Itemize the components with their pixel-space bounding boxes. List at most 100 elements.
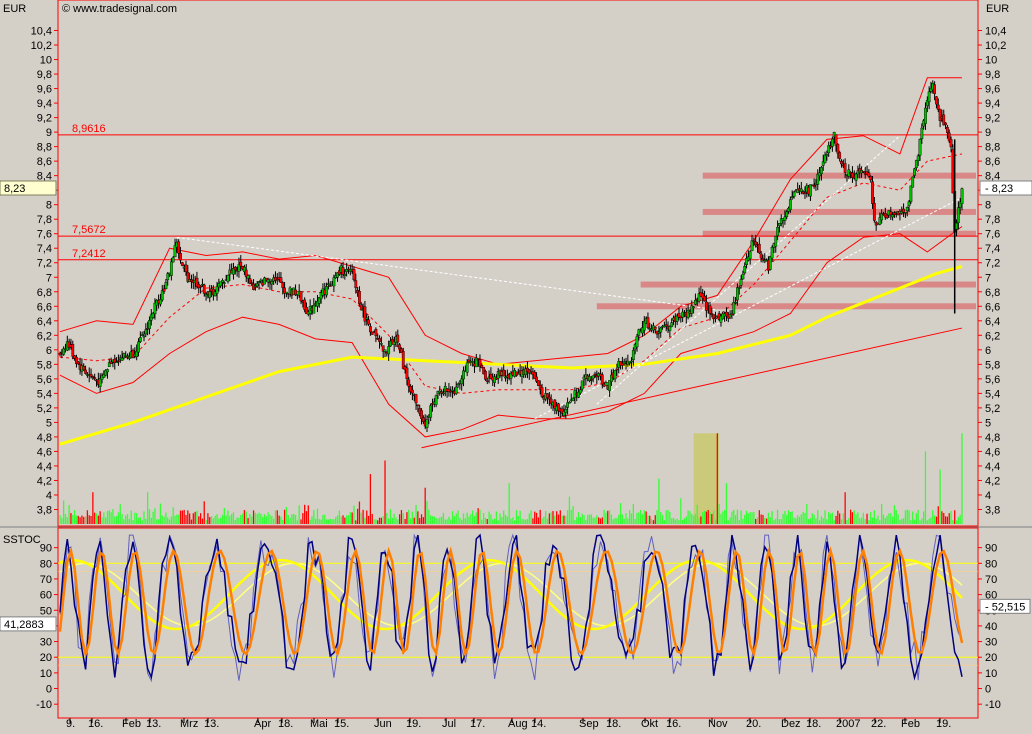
volume-bar bbox=[842, 513, 844, 524]
volume-bar bbox=[886, 515, 888, 524]
volume-bar bbox=[84, 516, 87, 524]
volume-bar bbox=[59, 515, 61, 524]
candle-body bbox=[759, 253, 763, 259]
volume-bar bbox=[912, 511, 914, 524]
y-tick-label: 6,2 bbox=[37, 330, 52, 342]
y-tick-label: 9 bbox=[46, 127, 52, 139]
volume-bar bbox=[232, 512, 235, 524]
volume-bar bbox=[115, 516, 118, 524]
volume-bar bbox=[683, 518, 686, 524]
candle-body bbox=[281, 282, 285, 288]
volume-bar bbox=[817, 510, 819, 524]
volume-bar bbox=[831, 512, 833, 524]
volume-bar bbox=[552, 511, 554, 524]
stoch-tick-label: 50 bbox=[40, 605, 52, 617]
candle-body bbox=[909, 185, 913, 202]
volume-bar bbox=[194, 511, 196, 524]
volume-bar bbox=[316, 508, 319, 524]
volume-bar bbox=[596, 515, 598, 524]
volume-bar bbox=[627, 518, 629, 524]
volume-bar bbox=[210, 516, 213, 524]
volume-bar bbox=[97, 515, 99, 524]
volume-bar bbox=[630, 513, 633, 524]
volume-bar bbox=[298, 505, 300, 524]
stoch-tick-label: 90 bbox=[985, 543, 997, 555]
volume-bar bbox=[915, 513, 917, 524]
candle-body bbox=[484, 371, 487, 380]
volume-bar bbox=[205, 519, 207, 524]
volume-bar bbox=[820, 516, 823, 524]
volume-bar bbox=[415, 504, 417, 524]
volume-bar bbox=[590, 514, 592, 524]
volume-bar bbox=[486, 519, 488, 524]
volume-bar bbox=[150, 517, 152, 524]
candle-body bbox=[312, 305, 316, 314]
candle-body bbox=[704, 301, 708, 311]
volume-bar bbox=[293, 513, 295, 524]
volume-bar bbox=[495, 511, 498, 524]
volume-bar bbox=[612, 519, 614, 524]
volume-bar bbox=[351, 512, 353, 524]
volume-bar bbox=[782, 513, 784, 524]
volume-bar bbox=[484, 518, 487, 524]
volume-bar bbox=[784, 511, 786, 524]
x-tick-label: Dez bbox=[781, 718, 801, 730]
volume-bar bbox=[948, 513, 950, 524]
volume-bar bbox=[771, 511, 773, 524]
level-label: 7,5672 bbox=[72, 224, 106, 236]
volume-bar bbox=[141, 520, 143, 524]
candle-body bbox=[177, 241, 181, 254]
volume-bar bbox=[125, 515, 127, 524]
volume-bar bbox=[451, 511, 454, 524]
volume-bar bbox=[430, 515, 432, 524]
candle-body bbox=[89, 373, 93, 377]
volume-bar bbox=[134, 512, 136, 524]
volume-bar bbox=[212, 518, 215, 524]
volume-bar bbox=[594, 517, 596, 524]
candle-body bbox=[790, 196, 794, 198]
volume-bar bbox=[691, 513, 693, 524]
volume-bar bbox=[619, 503, 622, 524]
candle-body bbox=[960, 188, 964, 204]
volume-bar bbox=[678, 520, 680, 524]
volume-bar bbox=[868, 520, 870, 524]
volume-bar bbox=[147, 492, 149, 524]
volume-bar bbox=[873, 510, 875, 524]
volume-bar bbox=[490, 514, 492, 524]
candle-body bbox=[202, 284, 206, 294]
volume-bar bbox=[457, 510, 459, 524]
candle-body bbox=[736, 287, 739, 301]
volume-bar bbox=[101, 517, 103, 524]
volume-bar bbox=[822, 518, 824, 524]
volume-bar bbox=[110, 512, 112, 524]
candle-body bbox=[493, 376, 496, 383]
volume-bar bbox=[455, 513, 457, 524]
volume-bar bbox=[729, 517, 731, 524]
stoch-tick-label: -10 bbox=[985, 699, 1001, 711]
volume-bar bbox=[621, 514, 624, 524]
volume-bar bbox=[939, 469, 941, 524]
candle-body bbox=[668, 326, 672, 331]
volume-bar bbox=[508, 483, 510, 524]
volume-bar bbox=[81, 515, 83, 524]
volume-bar bbox=[108, 510, 110, 524]
stoch-tick-label: 30 bbox=[40, 637, 52, 649]
volume-bar bbox=[570, 509, 572, 524]
y-tick-label: 5,6 bbox=[37, 374, 52, 386]
candle-body bbox=[820, 167, 823, 174]
candle-body bbox=[222, 282, 226, 284]
volume-bar bbox=[658, 478, 660, 524]
x-tick-label: Feb bbox=[901, 718, 920, 730]
y-tick-label: 8,8 bbox=[37, 142, 52, 154]
volume-bar bbox=[756, 517, 759, 524]
volume-bar bbox=[839, 513, 841, 524]
right-ylabel: EUR bbox=[986, 3, 1009, 15]
volume-bar bbox=[837, 510, 839, 524]
volume-bar bbox=[492, 519, 494, 524]
candle-body bbox=[840, 160, 843, 165]
candle-body bbox=[646, 317, 650, 328]
volume-bar bbox=[283, 509, 286, 524]
volume-bar bbox=[373, 519, 375, 524]
volume-bar bbox=[440, 516, 443, 524]
volume-bar bbox=[543, 516, 545, 524]
